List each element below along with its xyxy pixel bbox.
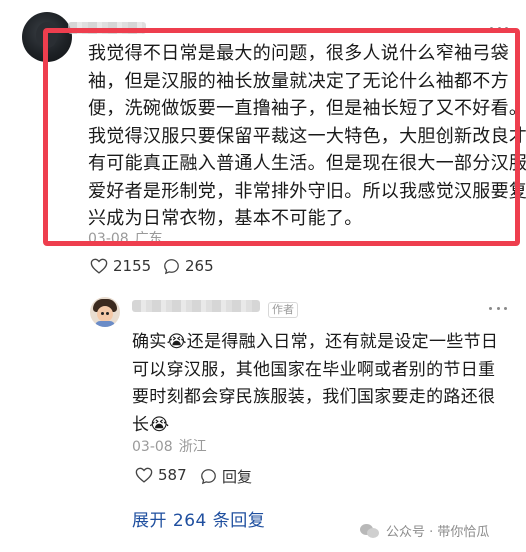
reply-count-button[interactable]: 265 [163,257,214,275]
author-avatar[interactable] [90,297,120,327]
watermark-text: 公众号 · 带你恰瓜 [386,525,490,540]
watermark: 公众号 · 带你恰瓜 [360,521,489,540]
reply-line: 可以穿汉服，其他国家在毕业啊或者别的节日重 [132,359,496,380]
like-count: 2155 [113,257,152,275]
reply-count: 265 [185,257,214,275]
author-badge: 作者 [268,302,298,318]
reply-location: 浙江 [178,439,207,455]
reply-like-button[interactable]: 587 [135,466,187,484]
comment-bubble-icon [164,258,179,274]
heart-icon [135,467,153,483]
reply-line: 长😭 [132,414,170,435]
like-button[interactable]: 2155 [90,257,151,275]
reply-button-label: 回复 [222,468,253,486]
reply-line: 确实😭还是得融入日常，还有就是设定一些节日 [132,332,499,352]
reply-body: 确实😭还是得融入日常，还有就是设定一些节日 可以穿汉服，其他国家在毕业啊或者别的… [132,329,512,439]
wechat-icon [360,523,380,539]
heart-icon [90,258,108,274]
reply-more-options-icon[interactable] [489,302,507,314]
reply-date: 03-08 [132,439,173,455]
expand-replies-link[interactable]: 展开 264 条回复 [132,506,265,531]
highlight-annotation-box [43,28,520,246]
reply-line: 要时刻都会穿民族服装，我们国家要走的路还很 [132,387,496,407]
reply-button[interactable]: 回复 [200,466,252,487]
reply-like-count: 587 [158,466,187,484]
reply-meta: 03-08 浙江 [132,436,207,456]
author-name-blurred[interactable] [132,300,260,312]
comment-bubble-icon [201,469,216,485]
